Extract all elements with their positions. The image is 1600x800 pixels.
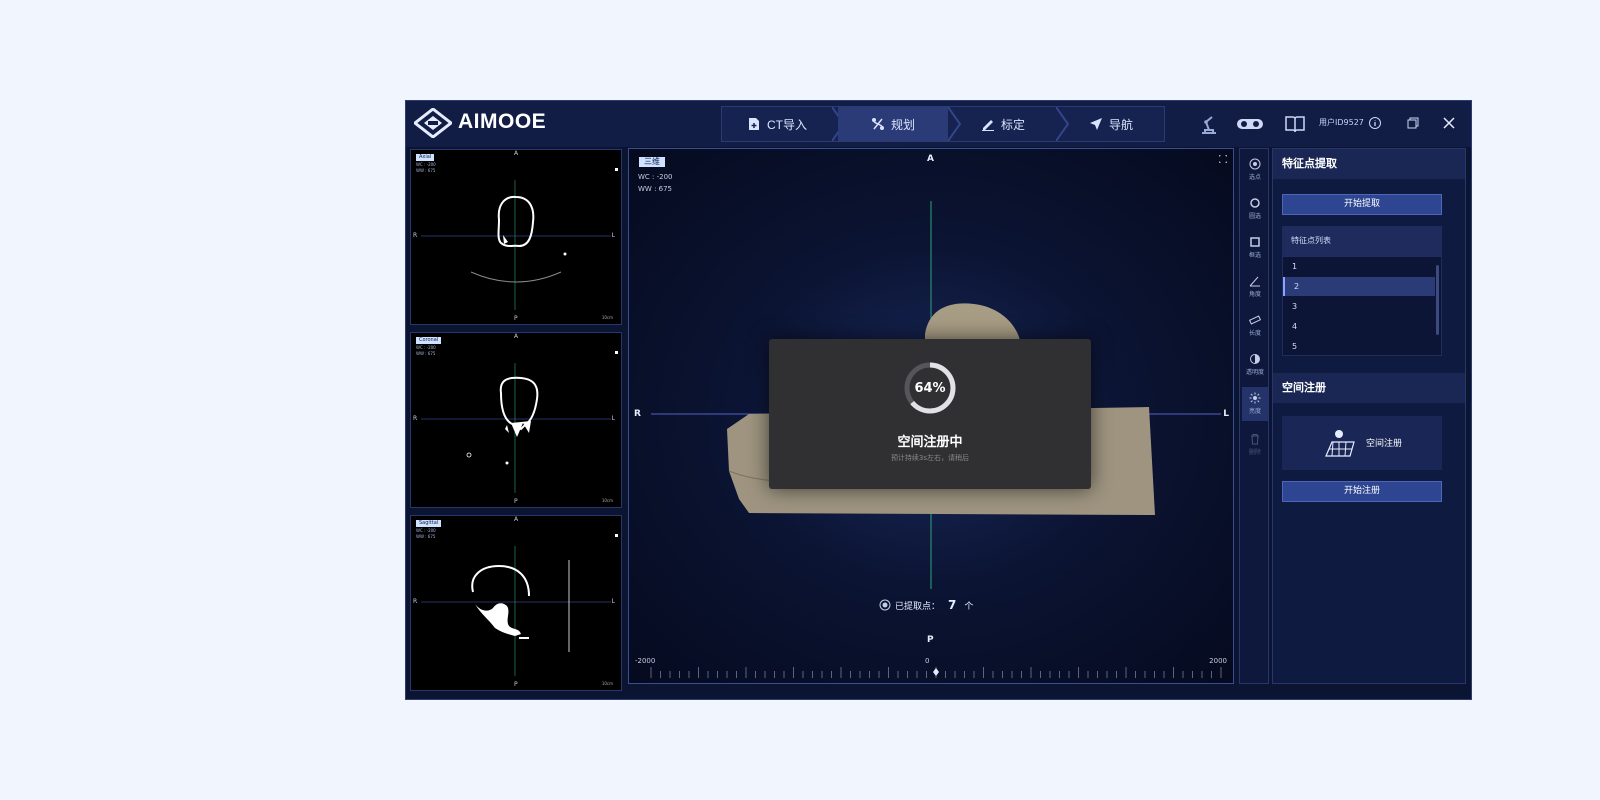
- brightness-icon: [1249, 392, 1261, 404]
- tool-box-select[interactable]: 框选: [1242, 231, 1268, 265]
- tool-label: 亮度: [1248, 408, 1261, 415]
- pen-icon: [981, 120, 994, 131]
- list-item-selected[interactable]: 2: [1283, 277, 1435, 296]
- target-icon: [879, 599, 891, 611]
- tool-label: 透明度: [1245, 369, 1264, 376]
- coronal-slice-image: [421, 351, 618, 493]
- step-label: 标定: [1000, 117, 1025, 132]
- file-plus-icon: [749, 118, 759, 130]
- registration-loading-dialog: 64% 空间注册中 预计持续3s左右，请稍后: [769, 339, 1091, 489]
- tool-label: 框选: [1248, 252, 1261, 259]
- tool-label: 长度: [1248, 330, 1261, 337]
- workflow-steps: CT导入 规划 标定 导航: [721, 106, 1165, 142]
- rotation-ruler[interactable]: -2000 0 2000: [635, 657, 1227, 679]
- 3d-view[interactable]: 三维 WC : -200 WW : 675 A P R L 64% 空间注册中 预…: [628, 148, 1234, 684]
- feature-point-list: 1 2 3 4 5: [1282, 256, 1442, 356]
- axial-view[interactable]: Axial WC : -200 WW : 675 A P R L 10cm: [410, 149, 622, 325]
- route-icon: [871, 118, 884, 130]
- angle-icon: [1249, 276, 1260, 287]
- circle-icon: [1250, 198, 1260, 208]
- right-panel: 特征点提取 开始提取 特征点列表 1 2 3 4 5 空间注册 空间注册 开始注…: [1272, 148, 1466, 684]
- list-item[interactable]: 4: [1283, 317, 1435, 336]
- list-item[interactable]: 3: [1283, 297, 1435, 316]
- ruler-marker[interactable]: [933, 668, 939, 676]
- extracted-points-counter: 已提取点： 7 个: [879, 595, 973, 615]
- tool-circle-select[interactable]: 圆选: [1242, 192, 1268, 226]
- start-extract-button[interactable]: 开始提取: [1282, 194, 1442, 215]
- contrast-icon: [1250, 354, 1260, 364]
- info-icon[interactable]: [1368, 116, 1382, 130]
- list-scrollbar[interactable]: [1436, 265, 1439, 335]
- tool-column: 选点 圆选 框选 角度 长度 透明度 亮度 删除: [1239, 148, 1269, 684]
- step-label: CT导入: [767, 117, 807, 132]
- navigate-icon: [1089, 118, 1102, 130]
- registration-grid-icon: [1325, 430, 1355, 457]
- ruler-icon: [1249, 315, 1261, 325]
- brand-name: AIMOOE: [458, 110, 547, 133]
- tool-label: 删除: [1248, 449, 1261, 456]
- sagittal-slice-image: [421, 534, 618, 676]
- list-item[interactable]: 5: [1283, 337, 1435, 356]
- start-registration-button[interactable]: 开始注册: [1282, 481, 1442, 502]
- tool-select-point[interactable]: 选点: [1242, 153, 1268, 187]
- user-id: 用户ID9527: [1319, 118, 1364, 127]
- registration-card: 空间注册: [1282, 416, 1442, 470]
- tool-length[interactable]: 长度: [1242, 309, 1268, 343]
- registration-card-label: 空间注册: [1366, 439, 1403, 449]
- ruler-max-label: 2000: [1209, 657, 1227, 665]
- counter-unit: 个: [964, 601, 974, 612]
- trash-icon: [1251, 434, 1259, 445]
- step-label: 规划: [890, 117, 915, 132]
- loading-subtitle: 预计持续3s左右，请稍后: [890, 454, 970, 462]
- axial-slice-image: [421, 168, 618, 310]
- tool-angle[interactable]: 角度: [1242, 270, 1268, 304]
- registration-panel-title: 空间注册: [1273, 373, 1465, 403]
- tool-delete[interactable]: 删除: [1242, 428, 1268, 462]
- aimooe-logo-icon: [414, 108, 452, 138]
- counter-value: 7: [948, 598, 957, 612]
- progress-percent: 64%: [914, 381, 946, 396]
- ruler-mid-label: 0: [925, 657, 930, 665]
- manual-book-icon[interactable]: [1284, 113, 1306, 135]
- sagittal-view[interactable]: Sagittal WC : -200 WW : 675 A P R L 10cm: [410, 515, 622, 691]
- list-item[interactable]: 1: [1283, 257, 1435, 276]
- target-icon: [1249, 158, 1261, 170]
- tool-label: 选点: [1248, 174, 1261, 181]
- square-icon: [1250, 237, 1260, 247]
- tool-label: 圆选: [1248, 213, 1261, 220]
- ruler-ticks: [650, 667, 1222, 678]
- tool-brightness[interactable]: 亮度: [1242, 387, 1268, 421]
- coronal-view[interactable]: Coronal WC : -200 WW : 675 A P R L 10cm: [410, 332, 622, 508]
- step-calibration[interactable]: 标定: [948, 107, 1058, 141]
- restore-window-icon[interactable]: [1406, 116, 1420, 130]
- feature-list-header: 特征点列表: [1282, 226, 1442, 256]
- ruler-min-label: -2000: [635, 657, 656, 665]
- top-bar: AIMOOE CT导入 规划 标定 导航 用户ID9527: [406, 101, 1471, 147]
- step-label: 导航: [1108, 117, 1133, 132]
- app-window: AIMOOE CT导入 规划 标定 导航 用户ID9527 Axial WC:…: [405, 100, 1472, 700]
- step-planning[interactable]: 规划: [838, 107, 948, 141]
- counter-label: 已提取点：: [895, 601, 941, 612]
- close-icon[interactable]: [1442, 116, 1456, 130]
- step-navigation[interactable]: 导航: [1056, 107, 1166, 141]
- tracker-camera-icon[interactable]: [1236, 113, 1264, 135]
- tool-label: 角度: [1248, 291, 1261, 298]
- robot-arm-icon[interactable]: [1198, 113, 1220, 135]
- loading-title: 空间注册中: [897, 435, 963, 450]
- tool-transparency[interactable]: 透明度: [1242, 348, 1268, 382]
- step-ct-import[interactable]: CT导入: [722, 107, 832, 141]
- feature-panel-title: 特征点提取: [1273, 149, 1465, 179]
